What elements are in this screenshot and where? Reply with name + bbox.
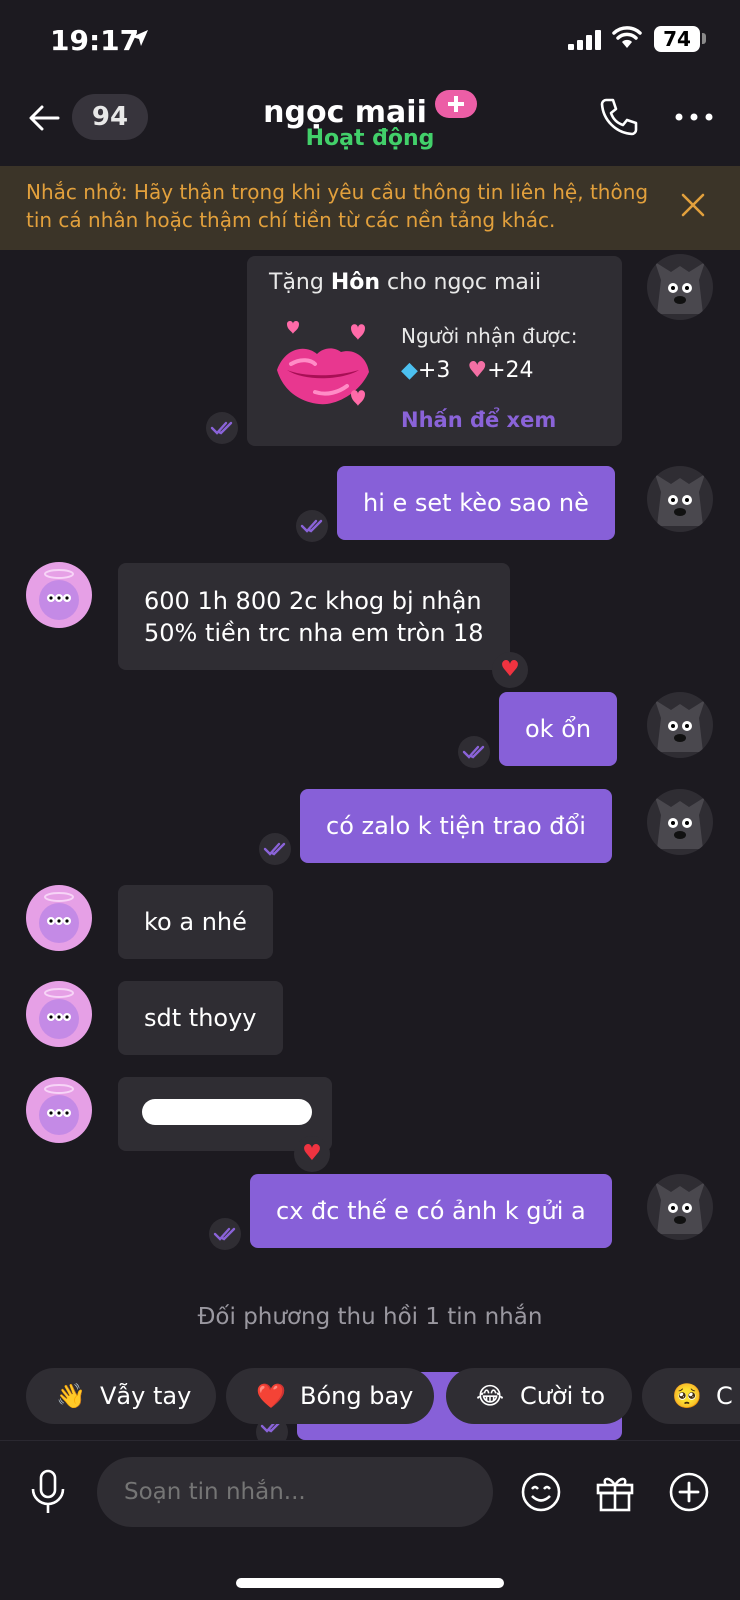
receiver-label: Người nhận được: [401,324,578,348]
gift-title: Tặng Hôn cho ngọc maii [269,270,541,295]
my-avatar[interactable] [647,254,713,320]
read-check-icon [209,1218,241,1250]
heart-reaction-icon[interactable]: ♥ [492,652,528,688]
waving-hand-icon: 👋 [56,1382,86,1410]
read-check-icon [259,833,291,865]
my-avatar[interactable] [647,466,713,532]
contact-avatar[interactable] [26,885,92,951]
message-bubble-incoming[interactable]: 600 1h 800 2c khog bj nhận 50% tiền trc … [118,563,510,670]
laughing-face-icon: 😂 [476,1382,505,1410]
heart-reaction-icon[interactable]: ♥ [294,1136,330,1172]
phone-icon[interactable] [598,96,640,138]
diamond-icon: ◆ [401,358,418,383]
message-bubble-incoming[interactable]: sdt thoyy [118,981,283,1055]
contact-name: ngọc maii [263,95,427,130]
close-icon[interactable] [680,192,706,218]
kiss-lips-icon [277,321,369,406]
add-icon[interactable] [668,1471,710,1513]
redaction-mark [142,1099,312,1125]
quick-reply-chip[interactable]: 🥺 C [642,1368,740,1424]
mic-icon[interactable] [28,1469,68,1515]
chip-label: Vẫy tay [100,1382,192,1410]
reminder-text: Nhắc nhở: Hãy thận trọng khi yêu cầu thô… [26,180,649,232]
chip-label: Bóng bay [300,1382,414,1410]
chip-label: C [716,1382,733,1410]
quick-reply-chip[interactable]: 👋 Vẫy tay [26,1368,216,1424]
gift-title-prefix: Tặng [269,270,324,295]
safety-reminder-banner: Nhắc nhở: Hãy thận trọng khi yêu cầu thô… [0,166,740,250]
contact-avatar[interactable] [26,981,92,1047]
gift-name: Hôn [330,270,381,295]
heart-icon: ♥ [467,358,488,383]
chip-label: Cười to [520,1382,606,1410]
chat-header: 94 ngọc maii Hoạt động [0,86,740,162]
battery-tip [702,33,706,44]
gift-title-suffix: cho ngọc maii [387,270,542,295]
message-bubble-outgoing[interactable]: hi e set kèo sao nè [337,466,615,540]
message-composer [0,1440,740,1600]
heart-reward: +24 [487,358,534,383]
view-gift-link[interactable]: Nhấn để xem [401,408,556,432]
gift-message-card[interactable]: Tặng Hôn cho ngọc maii Người nhận được: … [247,256,622,446]
signal-icon [568,30,601,50]
wifi-icon [612,26,642,48]
my-avatar[interactable] [647,789,713,855]
my-avatar[interactable] [647,692,713,758]
gift-icon[interactable] [594,1471,636,1513]
read-check-icon [458,736,490,768]
contact-avatar[interactable] [26,1077,92,1143]
location-arrow-icon [132,30,148,46]
quick-reply-chip[interactable]: 😂 Cười to [446,1368,632,1424]
gift-rewards: ◆+3 ♥+24 [401,358,534,383]
read-check-icon [296,510,328,542]
message-bubble-incoming[interactable]: ko a nhé [118,885,273,959]
message-bubble-outgoing[interactable]: ok ổn [499,692,618,766]
plus-badge-icon [434,90,477,118]
read-check-icon [206,412,238,444]
diamond-reward: +3 [417,358,451,383]
message-bubble-outgoing[interactable]: có zalo k tiện trao đổi [300,789,612,863]
home-indicator [236,1578,504,1588]
emoji-icon[interactable] [520,1471,562,1513]
message-bubble-outgoing[interactable]: cx đc thế e có ảnh k gửi a [250,1174,612,1248]
more-dots-icon[interactable] [674,112,714,122]
status-time: 19:17 [50,24,140,57]
status-bar: 19:17 74 [0,0,740,80]
recalled-message-notice: Đối phương thu hồi 1 tin nhắn [197,1304,543,1330]
contact-avatar[interactable] [26,562,92,628]
my-avatar[interactable] [647,1174,713,1240]
pleading-face-icon: 🥺 [672,1382,702,1410]
red-heart-icon: ❤️ [256,1382,286,1410]
message-input[interactable] [97,1457,493,1527]
quick-reply-chip[interactable]: ❤️ Bóng bay [226,1368,434,1424]
battery-level: 74 [654,26,700,52]
